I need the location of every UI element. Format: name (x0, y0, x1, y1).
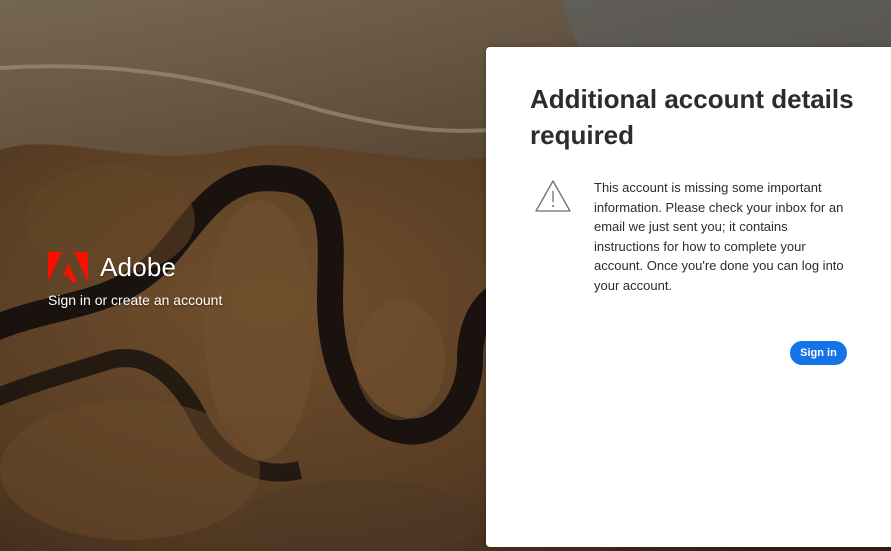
brand-block: Adobe Sign in or create an account (48, 251, 222, 309)
login-screen: Adobe Sign in or create an account Addit… (0, 0, 891, 551)
alert-text: This account is missing some important i… (594, 180, 844, 293)
brand-name: Adobe (100, 252, 177, 282)
account-details-dialog: Additional account details required This… (486, 47, 891, 547)
dialog-title: Additional account details required (530, 84, 854, 150)
brand-tagline: Sign in or create an account (48, 292, 223, 308)
warning-triangle-icon (535, 180, 571, 212)
brand-row: Adobe (48, 251, 222, 283)
adobe-logo-icon (48, 252, 88, 282)
sign-in-button[interactable]: Sign in (790, 341, 847, 365)
